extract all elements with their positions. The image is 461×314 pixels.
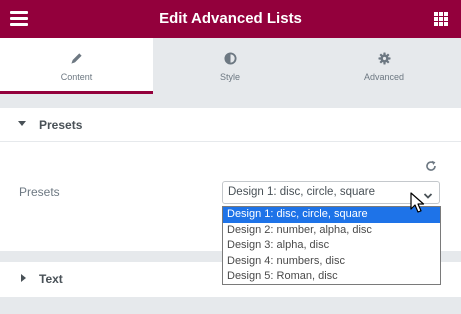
presets-select-value: Design 1: disc, circle, square [228,186,376,198]
panel-title: Edit Advanced Lists [159,10,302,27]
gear-icon [307,52,461,66]
dropdown-option[interactable]: Design 4: numbers, disc [223,254,440,270]
presets-select[interactable]: Design 1: disc, circle, square [222,181,440,204]
presets-control-label: Presets [19,185,60,199]
caret-right-icon [21,274,26,282]
editor-header: Edit Advanced Lists [0,0,461,38]
mouse-pointer-icon [410,192,426,214]
dropdown-option[interactable]: Design 2: number, alpha, disc [223,223,440,239]
tab-style[interactable]: Style [153,38,307,94]
tab-style-label: Style [219,72,240,82]
dropdown-option[interactable]: Design 3: alpha, disc [223,238,440,254]
grid-apps-icon[interactable] [434,12,448,26]
caret-down-icon [18,121,26,126]
panel-tabs: Content Style Advanced [0,38,461,94]
presets-section-header[interactable]: Presets [0,108,461,142]
pencil-icon [0,52,153,66]
half-circle-icon [153,52,307,66]
refresh-icon[interactable] [425,159,437,171]
tab-advanced[interactable]: Advanced [307,38,461,94]
tab-advanced-label: Advanced [363,72,405,82]
tab-content-label: Content [60,72,93,82]
dropdown-option[interactable]: Design 5: Roman, disc [223,269,440,285]
dropdown-option[interactable]: Design 1: disc, circle, square [223,207,440,223]
presets-section-title: Presets [39,118,83,132]
text-section-title: Text [39,272,63,286]
tab-content[interactable]: Content [0,38,153,94]
presets-dropdown-list: Design 1: disc, circle, square Design 2:… [222,206,441,285]
